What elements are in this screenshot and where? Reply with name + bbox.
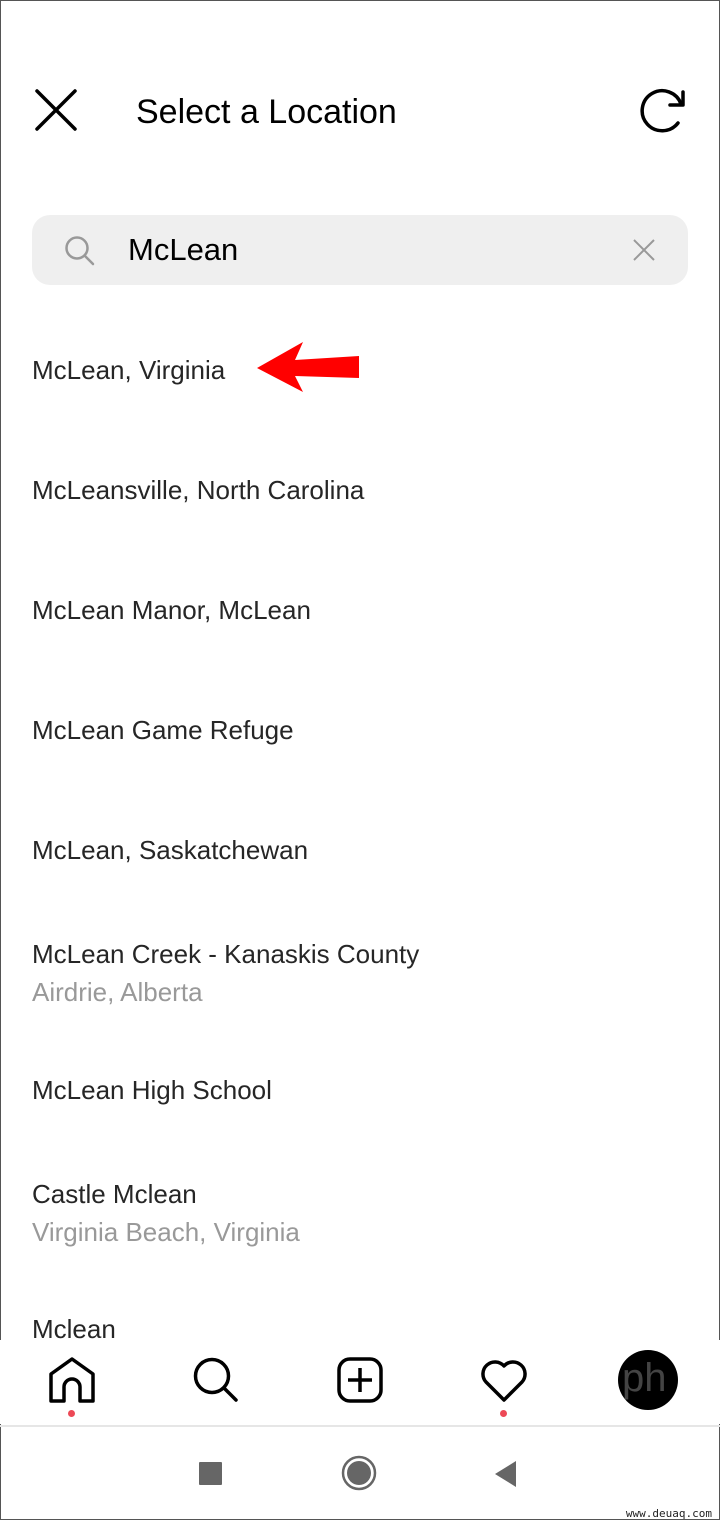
notification-dot: [500, 1410, 507, 1417]
avatar-text: ph: [622, 1356, 667, 1400]
refresh-button[interactable]: [638, 86, 688, 136]
watermark: www.deuaq.com: [625, 1507, 712, 1520]
profile-avatar[interactable]: ph: [618, 1350, 678, 1410]
notification-dot: [68, 1410, 75, 1417]
result-title: McLean, Virginia: [32, 355, 226, 385]
result-title: McLean High School: [32, 1075, 272, 1105]
result-title: McLean Game Refuge: [32, 715, 294, 745]
result-title: McLean Manor, McLean: [32, 595, 311, 625]
system-nav-bar: www.deuaq.com: [0, 1425, 720, 1522]
back-button[interactable]: [494, 1460, 518, 1488]
refresh-icon: [640, 89, 685, 133]
search-icon: [193, 1357, 238, 1402]
result-subtitle: Airdrie, Alberta: [32, 977, 203, 1007]
bottom-nav: ph: [0, 1340, 720, 1424]
nav-search[interactable]: [192, 1356, 240, 1409]
result-item[interactable]: McLean, Virginia: [32, 354, 225, 386]
nav-add-post[interactable]: [336, 1356, 384, 1409]
result-item[interactable]: Mclean: [32, 1313, 116, 1340]
results-list: McLean, Virginia McLeansville, North Car…: [0, 300, 720, 1340]
nav-activity[interactable]: [480, 1358, 528, 1417]
result-item[interactable]: McLean Game Refuge: [32, 714, 294, 746]
result-item[interactable]: McLean Creek - Kanaskis County Airdrie, A…: [32, 935, 419, 1011]
result-title: McLean Creek - Kanaskis County: [32, 939, 420, 969]
heart-icon: [481, 1360, 527, 1402]
result-title: Castle Mclean: [32, 1179, 197, 1209]
search-icon: [65, 236, 95, 266]
nav-home[interactable]: [48, 1356, 96, 1417]
result-item[interactable]: McLeansville, North Carolina: [32, 474, 364, 506]
result-subtitle: Virginia Beach, Virginia: [32, 1217, 300, 1247]
result-title: McLean, Saskatchewan: [32, 835, 309, 865]
result-title: McLeansville, North Carolina: [32, 475, 365, 505]
close-button[interactable]: [34, 88, 78, 132]
search-input[interactable]: McLean: [128, 231, 238, 269]
result-item[interactable]: Castle Mclean Virginia Beach, Virginia: [32, 1175, 300, 1251]
result-item[interactable]: McLean Manor, McLean: [32, 594, 311, 626]
home-button[interactable]: [341, 1455, 377, 1491]
result-item[interactable]: McLean High School: [32, 1074, 272, 1106]
home-icon: [49, 1357, 95, 1403]
search-bar[interactable]: McLean: [32, 215, 688, 285]
arrow-annotation-icon: [257, 342, 359, 392]
clear-icon[interactable]: [632, 238, 656, 262]
close-icon: [35, 89, 77, 131]
page-title: Select a Location: [136, 93, 397, 131]
result-title: Mclean: [32, 1314, 116, 1340]
recents-button[interactable]: [199, 1462, 222, 1485]
result-item[interactable]: McLean, Saskatchewan: [32, 834, 308, 866]
add-post-icon: [337, 1357, 383, 1403]
